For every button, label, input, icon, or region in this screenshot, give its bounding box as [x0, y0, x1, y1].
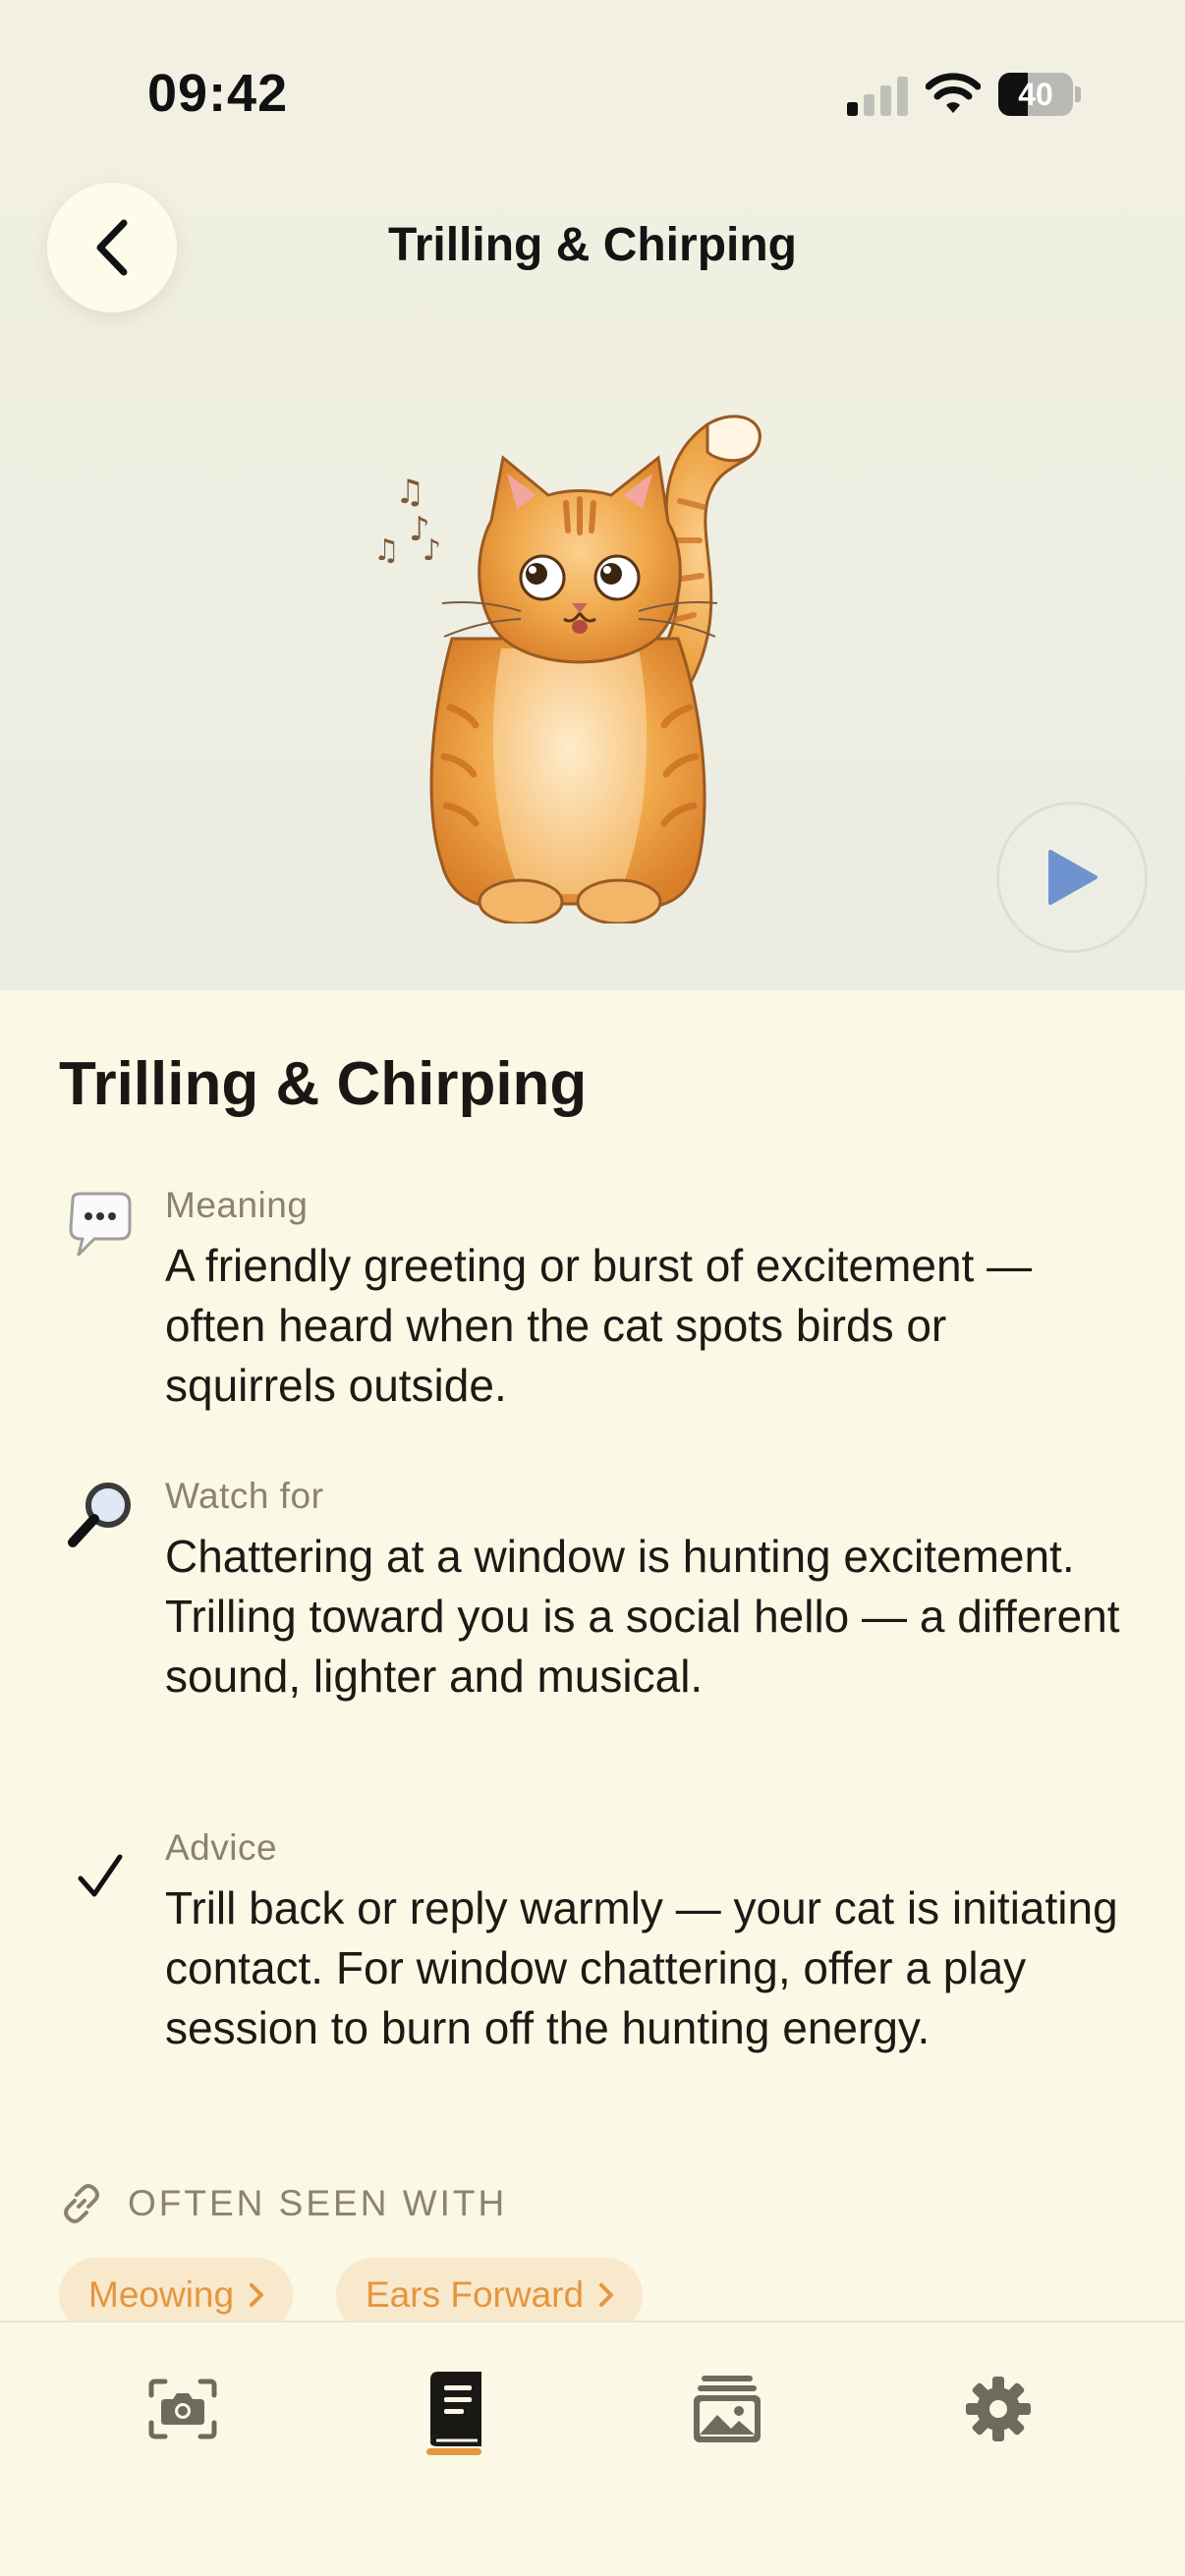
- meaning-text: A friendly greeting or burst of exciteme…: [165, 1240, 1033, 1411]
- tab-bar: [0, 2321, 1185, 2576]
- often-seen-with-header: OFTEN SEEN WITH: [59, 2179, 507, 2228]
- detail-title: Trilling & Chirping: [59, 1050, 588, 1118]
- wifi-icon: [926, 73, 981, 113]
- svg-text:♫: ♫: [373, 533, 400, 568]
- gear-icon: [966, 2377, 1031, 2441]
- tab-settings[interactable]: [949, 2360, 1047, 2458]
- tab-library[interactable]: [405, 2360, 503, 2458]
- tab-gallery[interactable]: [678, 2360, 776, 2458]
- often-seen-with-label: OFTEN SEEN WITH: [128, 2183, 508, 2223]
- play-icon: [1048, 850, 1098, 905]
- hero-banner: 09:42 40 Trilling & Chirping ♫ ♪ ♫ ♪: [0, 0, 1185, 990]
- cellular-signal-icon: [847, 77, 908, 116]
- camera-icon: [148, 2379, 217, 2439]
- svg-text:♫: ♫: [395, 473, 424, 512]
- meaning-label: Meaning: [165, 1185, 309, 1225]
- status-time: 09:42: [147, 64, 289, 123]
- link-icon: [64, 2184, 99, 2223]
- book-icon: [430, 2372, 481, 2446]
- watch-for-label: Watch for: [165, 1476, 324, 1516]
- chip-label: Ears Forward: [366, 2274, 585, 2315]
- active-tab-indicator: [426, 2448, 481, 2455]
- magnifier-icon: [61, 1476, 140, 1554]
- chevron-right-icon: [599, 2283, 614, 2307]
- status-bar: 09:42 40: [0, 0, 1185, 177]
- advice-label: Advice: [165, 1827, 278, 1868]
- play-sound-button[interactable]: [996, 802, 1148, 953]
- battery-level: 40: [1018, 77, 1053, 112]
- advice-text: Trill back or reply warmly — your cat is…: [165, 1882, 1118, 2053]
- chip-label: Meowing: [88, 2274, 235, 2315]
- checkmark-icon: [61, 1837, 140, 1916]
- svg-text:♪: ♪: [423, 533, 441, 568]
- watch-for-text: Chattering at a window is hunting excite…: [165, 1531, 1120, 1702]
- gallery-icon: [694, 2376, 761, 2442]
- chevron-right-icon: [250, 2283, 264, 2307]
- battery-indicator: 40: [998, 73, 1081, 116]
- tab-camera[interactable]: [134, 2360, 232, 2458]
- cat-illustration: ♫ ♪ ♫ ♪: [373, 415, 762, 924]
- speech-bubble-icon: [61, 1187, 140, 1265]
- page-title: Trilling & Chirping: [388, 219, 797, 271]
